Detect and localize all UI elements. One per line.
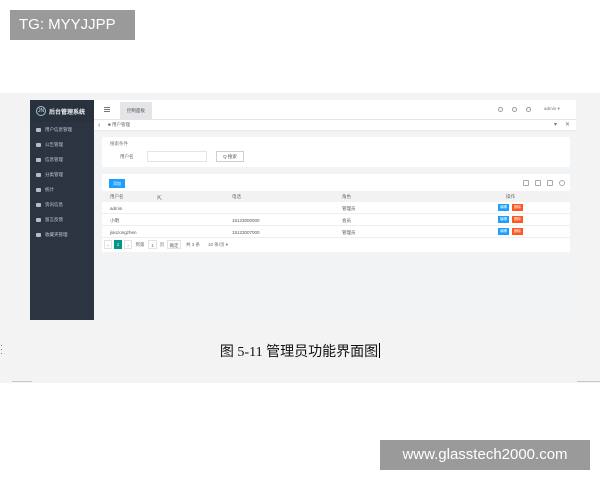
theme-icon[interactable] — [512, 107, 517, 112]
pagination: ‹ 1 › 到第 1 页 确定 共 3 条 10 条/页 ▾ — [102, 240, 302, 249]
breadcrumb-text[interactable]: ■ 用户管理 — [108, 122, 130, 128]
tab-dashboard[interactable]: 控制面板 — [120, 102, 152, 120]
total-count: 共 3 条 — [185, 242, 200, 247]
sidebar-item-label: 资讯信息 — [45, 201, 63, 207]
search-button[interactable]: Q 搜索 — [216, 151, 244, 162]
list-icon — [36, 142, 41, 147]
refresh-icon[interactable] — [498, 107, 503, 112]
page-size-select[interactable]: 10 条/页 ▾ — [205, 240, 231, 249]
column-header: 电话 — [232, 194, 241, 199]
logo-icon: JN — [36, 106, 46, 116]
cell-role: 管理员 — [342, 206, 356, 211]
text-cursor — [379, 343, 381, 358]
admin-screenshot: JN 后台管理系统 用户信息管理 公告管理 信息管理 分类管理 统计 资讯信息 … — [30, 100, 576, 320]
table-header: 用户名 电话 角色 操作 — [102, 191, 570, 202]
cell-phone: 15123007000 — [232, 230, 260, 235]
sidebar-item-label: 收藏夹管理 — [45, 231, 68, 237]
menu-icon[interactable] — [104, 107, 110, 112]
search-panel: 搜索条件 用户名 Q 搜索 — [102, 137, 570, 167]
username-input[interactable] — [147, 151, 207, 162]
file-icon — [36, 232, 41, 237]
brand-title: 后台管理系统 — [49, 109, 86, 116]
edit-button[interactable]: 编辑 — [498, 204, 509, 211]
delete-button[interactable]: 删除 — [512, 228, 523, 235]
sidebar: JN 后台管理系统 用户信息管理 公告管理 信息管理 分类管理 统计 资讯信息 … — [30, 100, 94, 320]
file-icon — [36, 217, 41, 222]
cell-username: jiaozongzhen — [110, 230, 137, 235]
watermark-bottom: www.glasstech2000.com — [380, 440, 590, 470]
sidebar-item-info[interactable]: 信息管理 — [30, 152, 94, 167]
delete-button[interactable]: 删除 — [512, 204, 523, 211]
list-icon — [36, 172, 41, 177]
file-icon — [36, 187, 41, 192]
file-icon — [36, 202, 41, 207]
goto-label: 到第 — [135, 242, 145, 247]
search-legend: 搜索条件 — [110, 141, 128, 146]
list-icon — [36, 157, 41, 162]
document-page: TG: MYYJJPP · · · JN 后台管理系统 用户信息管理 公告管理 信息… — [0, 0, 600, 480]
cell-username: admin — [110, 206, 123, 211]
edit-button[interactable]: 编辑 — [498, 228, 509, 235]
brand: JN 后台管理系统 — [30, 100, 94, 122]
cell-username: 小明 — [110, 218, 119, 223]
page-number-input[interactable]: 1 — [148, 240, 157, 249]
sidebar-item-label: 分类管理 — [45, 171, 63, 177]
sidebar-item-stats[interactable]: 统计 — [30, 182, 94, 197]
sidebar-item-label: 公告管理 — [45, 141, 63, 147]
cell-role: 会员 — [342, 218, 351, 223]
table-row: admin 管理员 编辑 删除 — [102, 202, 570, 214]
table-row: jiaozongzhen 15123007000 管理员 编辑 删除 — [102, 226, 570, 238]
topbar: 控制面板 admin ▾ — [94, 100, 576, 120]
sidebar-item-label: 信息管理 — [45, 156, 63, 162]
chevron-down-icon[interactable]: ▾ — [554, 121, 557, 130]
username-label: 用户名 — [120, 154, 134, 159]
figure-caption: 图 5-11 管理员功能界面图 — [0, 341, 600, 361]
delete-button[interactable]: 删除 — [512, 216, 523, 223]
fullscreen-icon[interactable] — [526, 107, 531, 112]
filter-icon[interactable] — [559, 180, 565, 186]
column-header: 用户名 — [110, 194, 124, 199]
sidebar-item-user-info[interactable]: 用户信息管理 — [30, 122, 94, 137]
print-icon[interactable] — [535, 180, 541, 186]
back-icon[interactable]: ‹ — [98, 121, 100, 130]
cell-role: 管理员 — [342, 230, 356, 235]
edit-button[interactable]: 编辑 — [498, 216, 509, 223]
figure-caption-text: 图 5-11 管理员功能界面图 — [219, 345, 379, 360]
watermark-top: TG: MYYJJPP — [10, 10, 135, 40]
column-header: 操作 — [506, 194, 515, 199]
table-row: 小明 15123000000 会员 编辑 删除 — [102, 214, 570, 226]
sidebar-item-label: 用户信息管理 — [45, 126, 72, 132]
add-button[interactable]: 添加 — [109, 179, 125, 188]
page-edge-right — [577, 381, 600, 382]
breadcrumb: ‹ ■ 用户管理 ▾ ✕ — [94, 120, 576, 131]
page-edge-left — [12, 381, 32, 382]
sidebar-item-label: 留言反馈 — [45, 216, 63, 222]
mouse-cursor-icon: ⇱ — [157, 196, 163, 202]
sidebar-item-category[interactable]: 分类管理 — [30, 167, 94, 182]
columns-icon[interactable] — [523, 180, 529, 186]
list-icon — [36, 127, 41, 132]
next-page-button[interactable]: › — [124, 240, 132, 249]
page-button-current[interactable]: 1 — [114, 240, 122, 249]
user-menu[interactable]: admin ▾ — [544, 106, 560, 112]
column-header: 角色 — [342, 194, 351, 199]
cell-phone: 15123000000 — [232, 218, 260, 223]
sidebar-item-favorites[interactable]: 收藏夹管理 — [30, 227, 94, 242]
confirm-button[interactable]: 确定 — [167, 240, 181, 249]
sidebar-item-feedback[interactable]: 留言反馈 — [30, 212, 94, 227]
sidebar-item-news[interactable]: 资讯信息 — [30, 197, 94, 212]
sidebar-item-label: 统计 — [45, 186, 54, 192]
main-area: 控制面板 admin ▾ ‹ ■ 用户管理 ▾ ✕ 搜索条件 用户名 Q 搜索 … — [94, 100, 576, 320]
close-icon[interactable]: ✕ — [565, 121, 570, 130]
prev-page-button[interactable]: ‹ — [104, 240, 112, 249]
export-icon[interactable] — [547, 180, 553, 186]
sidebar-item-notice[interactable]: 公告管理 — [30, 137, 94, 152]
page-unit-label: 页 — [159, 242, 165, 247]
